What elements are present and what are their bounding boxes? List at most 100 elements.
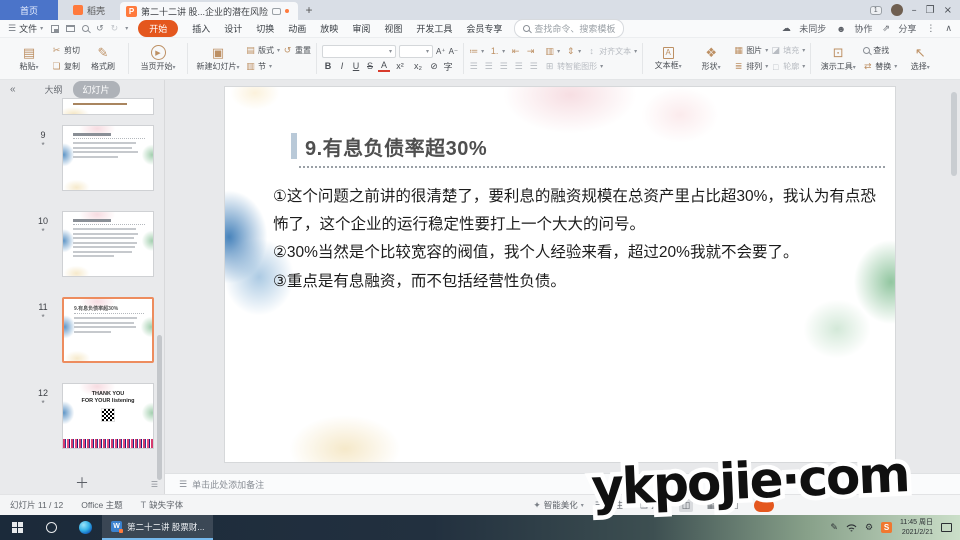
close-button[interactable]: × [944, 5, 952, 16]
copy-button[interactable]: ❏复制 [52, 60, 80, 73]
share-button[interactable]: ⇗ 分享 [882, 22, 916, 35]
font-color-button[interactable]: A [378, 60, 390, 72]
tab-review[interactable]: 审阅 [352, 22, 370, 35]
body-paragraph-1[interactable]: ①这个问题之前讲的很清楚了，要利息的融资规模在总资产里占比超30%，我认为有点恐… [273, 183, 887, 239]
collaborate-button[interactable]: ☻ 协作 [836, 22, 872, 35]
align-left-button[interactable]: ☰ [469, 60, 478, 73]
more-icon[interactable]: ⋮ [926, 23, 935, 34]
slide-sorter-view-button[interactable]: ▦ [704, 499, 718, 512]
new-tab-button[interactable]: + [298, 0, 320, 20]
slide-body-text[interactable]: ①这个问题之前讲的很清楚了，要利息的融资规模在总资产里占比超30%，我认为有点恐… [273, 183, 887, 296]
collapse-ribbon-icon[interactable]: ∧ [945, 23, 952, 34]
picture-button[interactable]: ▦图片▾ [734, 44, 768, 57]
reset-button[interactable]: ↺重置 [283, 44, 311, 57]
slides-tab[interactable]: 幻灯片 [73, 81, 120, 98]
format-painter-button[interactable]: ✎ 格式刷 [83, 39, 123, 79]
file-menu[interactable]: ☰ 文件 ▾ [8, 22, 43, 35]
section-button[interactable]: ▥节▾ [246, 60, 280, 73]
action-center-icon[interactable] [941, 523, 952, 532]
normal-view-button[interactable]: ◫ [679, 499, 693, 512]
edge-button[interactable] [68, 515, 102, 540]
tab-insert[interactable]: 插入 [192, 22, 210, 35]
layout-button[interactable]: ▤版式▾ [246, 44, 280, 57]
redo-icon[interactable]: ↻ [111, 23, 119, 34]
clock[interactable]: 11:45 周日 2021/2/21 [900, 518, 933, 536]
play-slideshow-button[interactable] [754, 499, 774, 512]
body-paragraph-3[interactable]: ③重点是有息融资，而不包括经营性负债。 [273, 268, 887, 296]
missing-font-warning[interactable]: T缺失字体 [141, 499, 184, 511]
indent-button[interactable]: ⇥ [526, 45, 535, 58]
new-slide-button[interactable]: ▣ 新建幻灯片▾ [193, 39, 243, 79]
text-effect-button[interactable]: 字 [442, 60, 454, 73]
pen-tray-icon[interactable]: ✎ [830, 522, 838, 533]
add-slide-button[interactable]: ＋ [75, 473, 89, 493]
beautify-button[interactable]: ✦智能美化▾ [533, 499, 584, 511]
italic-button[interactable]: I [336, 61, 348, 71]
clear-format-button[interactable]: ⊘ [428, 61, 440, 72]
settings-tray-icon[interactable]: ⚙ [865, 522, 873, 533]
present-tools-button[interactable]: ⊡ 演示工具▾ [816, 39, 860, 79]
bold-button[interactable]: B [322, 61, 334, 71]
input-method-icon[interactable]: S [881, 522, 892, 533]
slide-title[interactable]: 9.有息负债率超30% [305, 132, 487, 161]
slide-thumbnail-8[interactable] [62, 98, 154, 115]
paste-button[interactable]: ▤ 粘贴▾ [9, 39, 49, 79]
tab-design[interactable]: 设计 [224, 22, 242, 35]
save-icon[interactable] [51, 25, 59, 33]
home-tab[interactable]: 首页 [0, 0, 58, 20]
current-slide[interactable]: 9.有息负债率超30% ①这个问题之前讲的很清楚了，要利息的融资规模在总资产里占… [225, 87, 895, 462]
tab-slideshow[interactable]: 放映 [320, 22, 338, 35]
wifi-icon[interactable] [846, 523, 857, 532]
arrange-button[interactable]: ≣排列▾ [734, 60, 768, 73]
shrink-font-button[interactable]: A⁻ [449, 45, 459, 58]
tab-member[interactable]: 会员专享 [466, 22, 502, 35]
superscript-button[interactable]: x² [392, 61, 408, 71]
cortana-button[interactable] [34, 515, 68, 540]
undo-icon[interactable]: ↺ [96, 23, 104, 34]
notes-button[interactable]: ☰备注▾ [595, 499, 629, 511]
align-center-button[interactable]: ☰ [484, 60, 493, 73]
document-tab[interactable]: P 第二十二讲 股...企业的潜在风险 [120, 2, 298, 20]
account-badge[interactable]: 1 [870, 6, 882, 15]
panel-menu-icon[interactable]: ☰ [151, 480, 158, 489]
start-button[interactable] [0, 515, 34, 540]
slide-thumbnail-10[interactable] [62, 211, 154, 277]
distribute-button[interactable]: ☰ [529, 60, 538, 73]
collapse-panel-icon[interactable]: « [10, 84, 16, 95]
outline-button[interactable]: □轮廓▾ [771, 60, 805, 73]
panel-scrollbar[interactable] [157, 335, 162, 480]
outdent-button[interactable]: ⇤ [511, 45, 520, 58]
text-box-button[interactable]: A 文本框▾ [648, 39, 688, 79]
slide-thumbnail-9[interactable] [62, 125, 154, 191]
justify-button[interactable]: ☰ [514, 60, 523, 73]
maximize-button[interactable]: ❐ [926, 5, 935, 16]
line-spacing-button[interactable]: ⇕▾ [566, 45, 581, 58]
print-icon[interactable] [66, 25, 75, 32]
tab-devtools[interactable]: 开发工具 [416, 22, 452, 35]
select-button[interactable]: ↖ 选择▾ [900, 39, 940, 79]
underline-button[interactable]: U [350, 61, 362, 71]
find-button[interactable]: 查找 [863, 44, 897, 57]
fill-button[interactable]: ◪填充▾ [771, 44, 805, 57]
shapes-button[interactable]: ❖ 形状▾ [691, 39, 731, 79]
subscript-button[interactable]: x₂ [410, 61, 426, 71]
sync-status[interactable]: ☁ 未同步 [782, 22, 827, 35]
tab-transition[interactable]: 切换 [256, 22, 274, 35]
slide-thumbnail-12[interactable]: THANK YOU FOR YOUR listening [62, 383, 154, 449]
docer-tab[interactable]: 稻壳 [58, 0, 120, 20]
to-smartart-button[interactable]: ⊞转智能图形▾ [545, 60, 603, 73]
wps-taskbar-button[interactable]: W 第二十二讲 股票财... [102, 515, 213, 540]
outline-tab[interactable]: 大纲 [44, 83, 62, 96]
theme-name[interactable]: Office 主题 [81, 499, 122, 511]
tab-home[interactable]: 开始 [138, 20, 178, 37]
notes-bar[interactable]: ☰ 单击此处添加备注 [165, 473, 960, 494]
grow-font-button[interactable]: A⁺ [436, 45, 446, 58]
avatar[interactable] [891, 4, 903, 16]
align-right-button[interactable]: ☰ [499, 60, 508, 73]
body-paragraph-2[interactable]: ②30%当然是个比较宽容的阀值，我个人经验来看，超过20%我就不会要了。 [273, 239, 887, 267]
reading-view-button[interactable]: ▯ [729, 499, 743, 512]
tab-animation[interactable]: 动画 [288, 22, 306, 35]
font-name-combo[interactable]: ▾ [322, 45, 396, 58]
canvas-scrollbar[interactable] [951, 92, 957, 176]
strikethrough-button[interactable]: S [364, 61, 376, 71]
